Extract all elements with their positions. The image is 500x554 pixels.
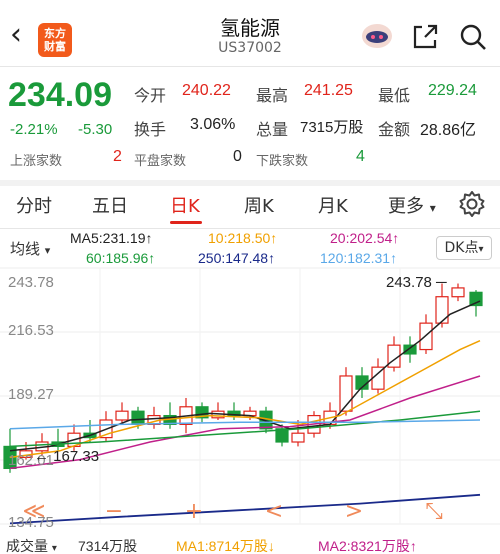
change-amount: -5.30 bbox=[78, 121, 113, 138]
ma-selector-label: 均线 bbox=[10, 240, 41, 258]
ma250-value: 250:147.48↑ bbox=[198, 250, 276, 266]
dk-point-button[interactable]: DK点▾ bbox=[436, 236, 492, 260]
candlestick-chart[interactable]: ≪ − + < > ⤡ bbox=[0, 266, 500, 536]
ma10-value: 10:218.50↑ bbox=[208, 230, 278, 246]
chart-control-icon[interactable]: − bbox=[105, 499, 123, 524]
chart-control-icon[interactable]: > bbox=[345, 499, 363, 524]
low-label: 最低 bbox=[378, 86, 411, 105]
amount-label: 金额 bbox=[378, 120, 411, 139]
chart-control-icon[interactable]: < bbox=[265, 499, 283, 524]
high-marker-value: 243.78 bbox=[386, 274, 432, 291]
ma20-value: 20:202.54↑ bbox=[330, 230, 400, 246]
open-label: 今开 bbox=[134, 86, 167, 105]
share-icon[interactable] bbox=[410, 22, 440, 52]
volume-label-text: 成交量 bbox=[6, 538, 48, 554]
candle-up bbox=[291, 432, 305, 443]
y-tick-label: 134.75 bbox=[8, 514, 54, 531]
candle-up bbox=[451, 287, 465, 298]
ma-selector[interactable]: 均线 ▾ bbox=[10, 238, 50, 259]
ma250-line bbox=[9, 493, 481, 525]
up-count: 2 bbox=[113, 148, 122, 165]
chevron-down-icon: ▾ bbox=[51, 543, 57, 554]
tab-daily-k[interactable]: 日K bbox=[170, 192, 200, 218]
ma5-value: MA5:231.19↑ bbox=[70, 230, 153, 246]
change-percent: -2.21% bbox=[10, 121, 58, 138]
low-value: 229.24 bbox=[428, 82, 477, 99]
tab-weekly-k[interactable]: 周K bbox=[244, 192, 274, 218]
divider bbox=[0, 66, 500, 67]
amount-value: 28.86亿 bbox=[420, 122, 477, 139]
turnover-value: 3.06% bbox=[190, 116, 236, 133]
chevron-down-icon: ▾ bbox=[44, 244, 51, 257]
high-value: 241.25 bbox=[304, 82, 353, 99]
volume-total: 7314万股 bbox=[78, 538, 138, 554]
ma60-value: 60:185.96↑ bbox=[86, 250, 156, 266]
flat-count: 0 bbox=[233, 148, 242, 165]
volume-ma1: MA1:8714万股↓ bbox=[176, 538, 275, 554]
tab-intraday[interactable]: 分时 bbox=[16, 192, 52, 218]
dk-point-label: DK点 bbox=[444, 240, 479, 256]
search-icon[interactable] bbox=[458, 22, 488, 52]
volume-label: 总量 bbox=[256, 120, 289, 139]
flat-count-label: 平盘家数 bbox=[134, 154, 187, 169]
candle-up bbox=[435, 296, 449, 324]
turnover-label: 换手 bbox=[134, 120, 167, 139]
assistant-avatar-icon[interactable] bbox=[360, 22, 394, 50]
active-tab-indicator bbox=[170, 221, 202, 224]
high-marker-label: 243.78 ─ bbox=[386, 274, 447, 291]
tab-more-label: 更多 bbox=[388, 196, 424, 217]
volume-ma2: MA2:8321万股↑ bbox=[318, 538, 417, 554]
open-value: 240.22 bbox=[182, 82, 231, 99]
up-count-label: 上涨家数 bbox=[10, 154, 63, 169]
high-label: 最高 bbox=[256, 86, 289, 105]
tab-monthly-k[interactable]: 月K bbox=[318, 192, 348, 218]
volume-label[interactable]: 成交量 ▾ bbox=[6, 536, 57, 554]
candle-up bbox=[115, 410, 129, 421]
gear-icon[interactable] bbox=[458, 190, 486, 218]
volume-legend: 成交量 ▾ 7314万股 MA1:8714万股↓ MA2:8321万股↑ bbox=[0, 536, 500, 554]
low-marker-value: 167.33 bbox=[53, 448, 100, 465]
candle-down bbox=[403, 344, 417, 355]
chevron-down-icon: ▾ bbox=[478, 244, 484, 255]
header: ‹ 东方财富 氢能源 US37002 bbox=[0, 0, 500, 66]
y-tick-label: 189.27 bbox=[8, 386, 54, 403]
down-count: 4 bbox=[356, 148, 365, 165]
y-tick-label: 216.53 bbox=[8, 322, 54, 339]
low-marker-label: ← 167.33 bbox=[34, 448, 100, 465]
tab-five-day[interactable]: 五日 bbox=[92, 192, 128, 218]
volume-value: 7315万股 bbox=[300, 119, 364, 136]
tab-more[interactable]: 更多 ▾ bbox=[388, 192, 436, 218]
ma120-value: 120:182.31↑ bbox=[320, 250, 398, 266]
chevron-down-icon: ▾ bbox=[429, 201, 436, 215]
section-gap bbox=[0, 180, 500, 186]
current-price: 234.09 bbox=[8, 76, 112, 114]
chart-control-icon[interactable]: + bbox=[185, 499, 203, 524]
divider bbox=[0, 228, 500, 229]
chart-control-icon[interactable]: ⤡ bbox=[425, 499, 443, 524]
candle-down bbox=[131, 410, 145, 425]
down-count-label: 下跌家数 bbox=[256, 154, 309, 169]
y-tick-label: 243.78 bbox=[8, 274, 54, 291]
